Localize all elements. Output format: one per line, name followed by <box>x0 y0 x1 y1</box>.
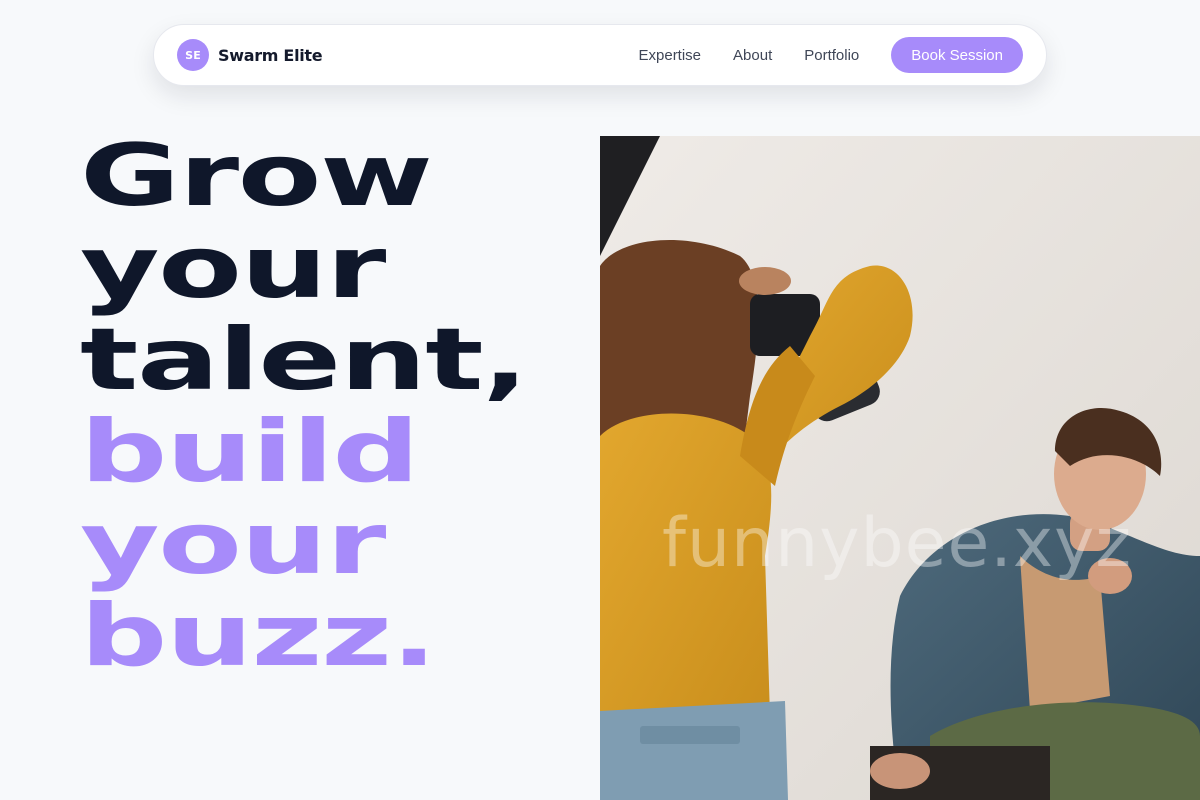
brand[interactable]: SE Swarm Elite <box>177 39 323 71</box>
hero-headline: Grow your talent, build your buzz. <box>80 126 529 686</box>
photoshoot-illustration <box>600 136 1200 800</box>
top-navbar: SE Swarm Elite Expertise About Portfolio… <box>153 24 1047 86</box>
brand-name: Swarm Elite <box>218 45 323 65</box>
nav-link-about[interactable]: About <box>733 47 772 64</box>
watermark-text: funnybee.xyz <box>662 504 1133 583</box>
book-session-button[interactable]: Book Session <box>891 37 1023 73</box>
headline-line-6: buzz. <box>80 586 437 686</box>
headline-line-5: your <box>80 494 386 594</box>
hero-photo: funnybee.xyz <box>600 136 1200 800</box>
nav-link-portfolio[interactable]: Portfolio <box>804 47 859 64</box>
headline-line-1: Grow <box>80 126 433 226</box>
headline-line-3: talent, <box>80 310 529 410</box>
nav-menu: Expertise About Portfolio Book Session <box>639 37 1023 73</box>
headline-line-2: your <box>80 218 386 318</box>
headline-line-4: build <box>80 402 420 502</box>
brand-logo-badge: SE <box>177 39 209 71</box>
nav-link-expertise[interactable]: Expertise <box>639 47 702 64</box>
page: SE Swarm Elite Expertise About Portfolio… <box>0 0 1200 800</box>
